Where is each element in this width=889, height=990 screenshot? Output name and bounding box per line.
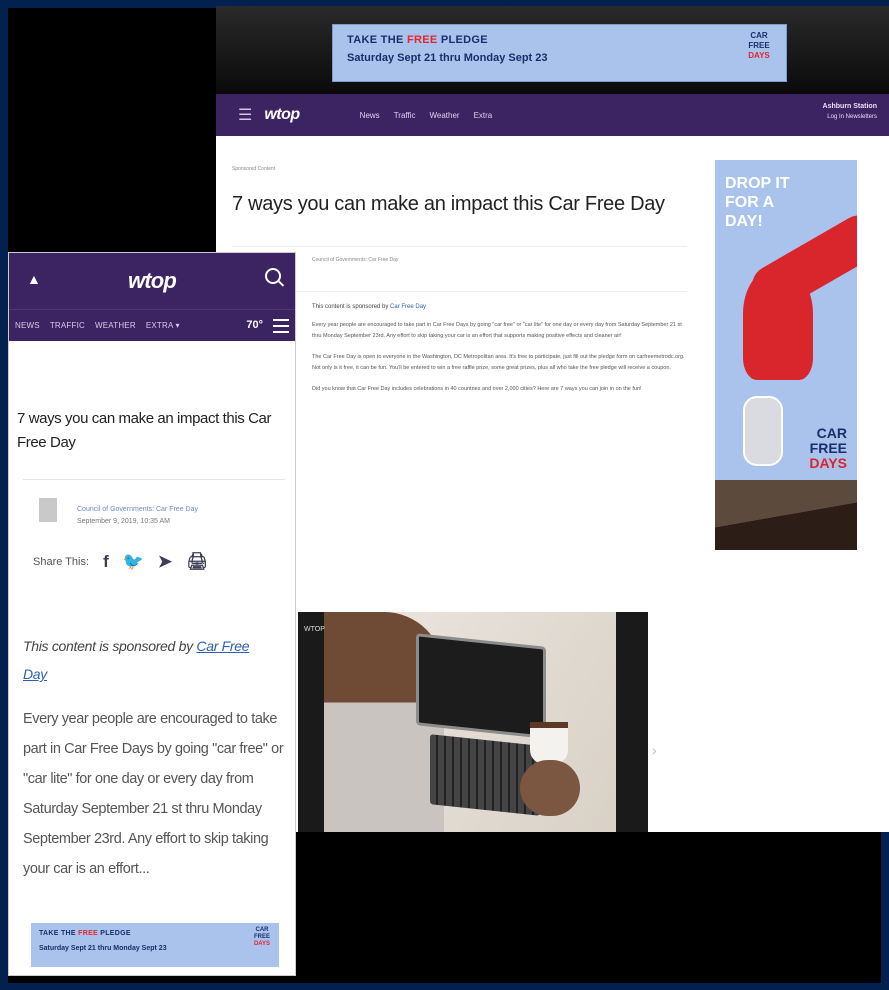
ad-headline: DROP IT FOR A DAY!: [725, 175, 790, 230]
desktop-nav-bar: ☰ wtop News Traffic Weather Extra Ashbur…: [216, 94, 889, 136]
banner-headline: TAKE THE FREE PLEDGE: [347, 34, 488, 46]
hand: [520, 760, 580, 816]
desktop-screenshot: TAKE THE FREE PLEDGE Saturday Sept 21 th…: [216, 6, 889, 832]
divider: [23, 479, 285, 480]
author-avatar-icon: [39, 498, 57, 522]
user-icon[interactable]: ▲: [27, 271, 41, 287]
article-paragraph: Every year people are encouraged to take…: [312, 322, 682, 339]
article-paragraph: The Car Free Day is open to everyone in …: [312, 354, 685, 371]
mobile-screenshot: ▲ wtop NEWS TRAFFIC WEATHER EXTRA ▾ 70° …: [8, 252, 296, 976]
print-icon[interactable]: 🖨: [186, 552, 208, 572]
article-title: 7 ways you can make an impact this Car F…: [232, 193, 665, 215]
video-label: WTOP: [304, 626, 325, 633]
banner-dates: Saturday Sept 21 thru Monday Sept 23: [347, 52, 548, 64]
banner-dates: Saturday Sept 21 thru Monday Sept 23: [39, 945, 167, 952]
banner-headline: TAKE THE FREE PLEDGE: [39, 930, 131, 937]
site-logo[interactable]: wtop: [128, 268, 177, 294]
publish-date: September 9, 2019, 10:35 AM: [77, 518, 171, 525]
mobile-header: ▲ wtop: [9, 253, 295, 309]
menu-icon[interactable]: ☰: [238, 105, 252, 125]
article-video[interactable]: WTOP: [298, 612, 648, 832]
ad-brand-logo: CAR FREE DAYS: [809, 425, 847, 471]
article-title: 7 ways you can make an impact this Car F…: [17, 410, 272, 451]
article-paragraph: Did you know that Car Free Day includes …: [312, 386, 642, 392]
share-bar: Share This: f 🐦 ➤ 🖨: [33, 552, 295, 572]
twitter-icon[interactable]: 🐦: [123, 552, 144, 572]
byline: Council of Governments: Car Free Day: [232, 246, 687, 292]
mobile-subnav: NEWS TRAFFIC WEATHER EXTRA ▾ 70°: [9, 309, 295, 341]
desktop-article: Sponsored Content 7 ways you can make an…: [232, 166, 687, 395]
article-body: Every year people are encouraged to take…: [23, 711, 284, 877]
mobile-pledge-banner-ad[interactable]: TAKE THE FREE PLEDGE Saturday Sept 21 th…: [31, 923, 279, 967]
sidebar-ad[interactable]: DROP IT FOR A DAY! CAR FREE DAYS: [715, 160, 857, 550]
car-key-icon: [743, 396, 783, 466]
author-link[interactable]: Council of Governments: Car Free Day: [77, 506, 198, 513]
share-label: Share This:: [33, 556, 90, 568]
car-free-days-logo: CAR FREE DAYS: [748, 31, 770, 60]
facebook-icon[interactable]: f: [103, 552, 109, 572]
search-icon[interactable]: [265, 268, 281, 284]
nav-links: News Traffic Weather Extra: [360, 111, 493, 120]
subnav-extra[interactable]: EXTRA ▾: [146, 321, 180, 330]
hamburger-menu-icon[interactable]: [273, 319, 289, 333]
nav-link-weather[interactable]: Weather: [429, 111, 459, 120]
sponsor-link[interactable]: Car Free Day: [390, 304, 426, 310]
video-thumbnail: [324, 612, 616, 832]
site-logo[interactable]: wtop: [264, 106, 300, 124]
sponsored-note: This content is sponsored by Car Free Da…: [312, 304, 427, 310]
subnav-links: NEWS TRAFFIC WEATHER EXTRA ▾: [15, 321, 180, 330]
coffee-cup: [530, 722, 568, 764]
laptop-screen: [416, 633, 546, 739]
nav-account-area: Ashburn Station Log In Newsletters: [823, 102, 877, 122]
byline: Council of Governments: Car Free Day Sep…: [9, 498, 295, 542]
send-icon[interactable]: ➤: [158, 552, 172, 572]
location-label: Ashburn Station: [822, 103, 877, 110]
pledge-banner-ad[interactable]: TAKE THE FREE PLEDGE Saturday Sept 21 th…: [332, 24, 787, 82]
nav-link-extra[interactable]: Extra: [474, 111, 493, 120]
account-links[interactable]: Log In Newsletters: [823, 112, 877, 122]
ad-ground: [715, 480, 857, 550]
ad-hand-illustration: [743, 270, 813, 380]
subnav-news[interactable]: NEWS: [15, 321, 40, 330]
nav-link-traffic[interactable]: Traffic: [394, 111, 416, 120]
temperature[interactable]: 70°: [246, 319, 263, 331]
breadcrumb[interactable]: Sponsored Content: [232, 166, 687, 172]
subnav-traffic[interactable]: TRAFFIC: [50, 321, 85, 330]
sponsored-note: This content is sponsored by Car Free Da…: [23, 638, 250, 682]
nav-link-news[interactable]: News: [360, 111, 380, 120]
desktop-top-ad-area: TAKE THE FREE PLEDGE Saturday Sept 21 th…: [216, 6, 889, 94]
car-free-days-logo: CAR FREE DAYS: [253, 927, 271, 947]
subnav-weather[interactable]: WEATHER: [95, 321, 136, 330]
chevron-right-icon[interactable]: ›: [652, 742, 657, 758]
